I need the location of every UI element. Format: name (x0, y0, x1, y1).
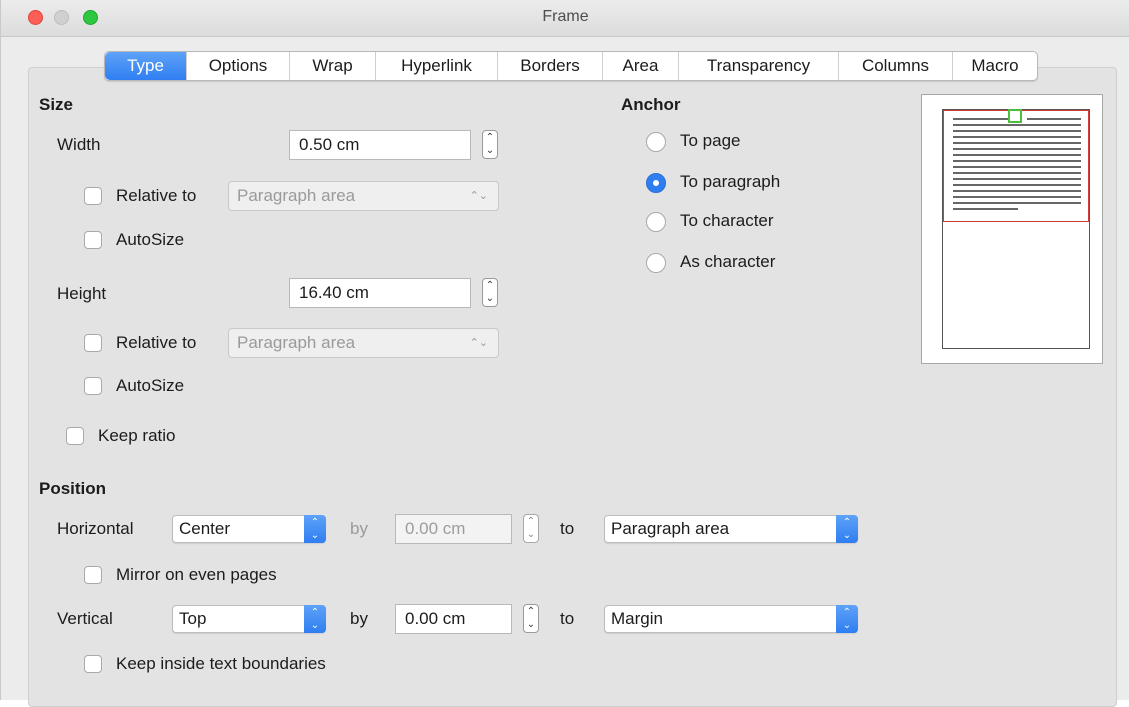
to-page-label: To page (680, 131, 741, 150)
horizontal-to-select[interactable]: Paragraph area ⌃ ⌄ (604, 515, 858, 543)
tab-macro[interactable]: Macro (952, 52, 1037, 80)
keep-ratio-checkbox[interactable] (66, 427, 84, 445)
preview-text-line (953, 130, 1081, 132)
horizontal-by-spinner: ⌃ ⌄ (523, 514, 539, 543)
width-spinner[interactable]: ⌃ ⌄ (482, 130, 498, 159)
preview-text-line (953, 118, 1008, 120)
tab-type[interactable]: Type (105, 52, 186, 80)
height-field[interactable]: 16.40 cm (289, 278, 471, 308)
preview-text-line (953, 172, 1081, 174)
updown-icon: ⌃⌄ (836, 605, 858, 633)
height-relative-value: Paragraph area (237, 333, 356, 352)
vertical-select[interactable]: Top ⌃ ⌄ (172, 605, 326, 633)
preview-text-line (953, 148, 1081, 150)
vertical-to-select[interactable]: Margin ⌃ ⌄ (604, 605, 858, 633)
to-character-label: To character (680, 211, 774, 230)
tab-transparency[interactable]: Transparency (678, 52, 838, 80)
horizontal-label: Horizontal (57, 519, 134, 538)
preview-frame-handle (1008, 109, 1022, 123)
preview-text-line (953, 208, 1018, 210)
width-relative-value: Paragraph area (237, 186, 356, 205)
height-autosize-label: AutoSize (116, 376, 185, 395)
vertical-by-field[interactable]: 0.00 cm (395, 604, 512, 634)
preview-text-line (953, 154, 1081, 156)
updown-icon: ⌃⌄ (836, 515, 858, 543)
to-paragraph-label: To paragraph (680, 172, 781, 191)
preview-text-line (953, 202, 1081, 204)
horizontal-select[interactable]: Center ⌃ ⌄ (172, 515, 326, 543)
tab-columns[interactable]: Columns (838, 52, 952, 80)
tab-wrap[interactable]: Wrap (289, 52, 375, 80)
frame-preview (921, 94, 1103, 364)
height-relative-checkbox[interactable] (84, 334, 102, 352)
radio-to-paragraph[interactable] (646, 173, 666, 193)
updown-icon: ⌃⌄ (304, 605, 326, 633)
vertical-to-value: Margin (611, 609, 663, 628)
vertical-by-label: by (350, 609, 368, 628)
radio-to-character[interactable] (646, 212, 666, 232)
preview-text-line (953, 190, 1081, 192)
height-autosize-checkbox[interactable] (84, 377, 102, 395)
preview-page (942, 109, 1090, 349)
radio-as-character[interactable] (646, 253, 666, 273)
mirror-checkbox[interactable] (84, 566, 102, 584)
window-title: Frame (542, 8, 589, 25)
width-relative-checkbox[interactable] (84, 187, 102, 205)
tab-borders[interactable]: Borders (497, 52, 602, 80)
height-spinner[interactable]: ⌃ ⌄ (482, 278, 498, 307)
tab-hyperlink[interactable]: Hyperlink (375, 52, 497, 80)
preview-text-line (953, 160, 1081, 162)
horizontal-value: Center (179, 519, 231, 538)
width-field[interactable]: 0.50 cm (289, 130, 471, 160)
radio-to-page[interactable] (646, 132, 666, 152)
frame-dialog: Frame Type Options Wrap Hyperlink Border… (0, 0, 1129, 707)
keep-ratio-label: Keep ratio (98, 426, 176, 445)
horizontal-to-value: Paragraph area (611, 519, 730, 538)
size-heading: Size (39, 95, 74, 114)
preview-text-line (953, 142, 1081, 144)
vertical-value: Top (179, 609, 207, 628)
width-label: Width (57, 135, 101, 154)
tab-options[interactable]: Options (186, 52, 289, 80)
preview-text-line (953, 166, 1081, 168)
horizontal-by-field: 0.00 cm (395, 514, 512, 544)
preview-text-line (953, 184, 1081, 186)
vertical-label: Vertical (57, 609, 113, 628)
title-bar: Frame (1, 0, 1129, 37)
position-heading: Position (39, 479, 107, 498)
height-relative-label: Relative to (116, 333, 197, 352)
preview-text-line (953, 136, 1081, 138)
keep-inside-checkbox[interactable] (84, 655, 102, 673)
updown-icon: ⌃⌄ (304, 515, 326, 543)
height-relative-select: Paragraph area ⌃⌄ (228, 328, 499, 358)
preview-text-line (953, 178, 1081, 180)
width-autosize-checkbox[interactable] (84, 231, 102, 249)
mirror-label: Mirror on even pages (116, 565, 277, 584)
as-character-label: As character (680, 252, 776, 271)
horizontal-by-label: by (350, 519, 368, 538)
width-relative-label: Relative to (116, 186, 197, 205)
updown-icon: ⌃⌄ (469, 337, 488, 349)
updown-icon: ⌃⌄ (469, 190, 488, 202)
preview-text-line (1027, 118, 1081, 120)
horizontal-to-label: to (560, 519, 575, 538)
keep-inside-label: Keep inside text boundaries (116, 654, 326, 673)
width-autosize-label: AutoSize (116, 230, 185, 249)
vertical-by-spinner[interactable]: ⌃ ⌄ (523, 604, 539, 633)
vertical-to-label: to (560, 609, 575, 628)
tab-area[interactable]: Area (602, 52, 678, 80)
tab-bar: Type Options Wrap Hyperlink Borders Area… (104, 51, 1038, 81)
width-relative-select: Paragraph area ⌃⌄ (228, 181, 499, 211)
preview-text-line (953, 124, 1081, 126)
preview-text-line (953, 196, 1081, 198)
anchor-heading: Anchor (621, 95, 681, 114)
height-label: Height (57, 284, 107, 303)
